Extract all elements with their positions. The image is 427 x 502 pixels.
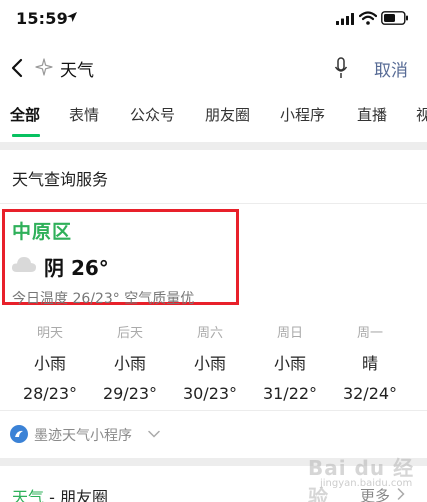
mini-program-icon: [10, 425, 28, 443]
today-summary: 今日温度 26/23° 空气质量优: [12, 291, 195, 307]
forecast-day-name: 后天: [116, 326, 143, 341]
divider-line: [0, 410, 427, 411]
divider-line: [0, 203, 427, 204]
forecast-condition: 小雨: [193, 354, 226, 373]
forecast-day-name: 周一: [356, 326, 383, 341]
forecast-temp: 30/23°: [182, 384, 238, 403]
forecast-day-name: 周日: [276, 326, 303, 341]
forecast-temp: 31/22°: [262, 384, 318, 403]
section-divider: [0, 142, 427, 150]
cloud-icon: [11, 257, 37, 272]
tab-moments[interactable]: 朋友圈: [205, 104, 250, 125]
tab-official-accounts[interactable]: 公众号: [130, 104, 175, 125]
active-tab-indicator: [12, 134, 40, 137]
forecast-day-name: 明天: [36, 326, 63, 341]
forecast-condition: 小雨: [33, 354, 66, 373]
status-bar: 15:59: [0, 0, 427, 38]
tab-live[interactable]: 直播: [357, 104, 387, 125]
chevron-down-icon[interactable]: [148, 430, 160, 438]
microphone-icon[interactable]: [334, 57, 348, 79]
forecast-condition: 晴: [361, 354, 378, 373]
forecast-day: 周一 晴 32/24°: [330, 322, 410, 403]
forecast-day: 明天 小雨 28/23°: [10, 322, 90, 403]
baidu-watermark: Bai du 经验: [308, 456, 415, 502]
forecast-day: 周日 小雨 31/22°: [250, 322, 330, 403]
category-tabs: 全部 表情 公众号 朋友圈 小程序 直播 视: [0, 98, 427, 138]
district-name[interactable]: 中原区: [12, 217, 72, 244]
tab-mini-programs[interactable]: 小程序: [280, 104, 325, 125]
baidu-watermark-url: jingyan.baidu.com: [320, 478, 413, 489]
forecast-day-name: 周六: [196, 326, 223, 341]
tab-video[interactable]: 视: [416, 104, 427, 125]
forecast-temp: 28/23°: [22, 384, 78, 403]
forecast-condition: 小雨: [113, 354, 146, 373]
cancel-button[interactable]: 取消: [374, 56, 408, 81]
moments-title-suffix: - 朋友圈: [44, 488, 108, 502]
current-condition: 阴 26°: [44, 256, 109, 280]
weather-service-title: 天气查询服务: [12, 170, 109, 189]
tab-all[interactable]: 全部: [10, 104, 40, 125]
sparkle-icon: [35, 58, 53, 76]
forecast-day: 周六 小雨 30/23°: [170, 322, 250, 403]
forecast-temp: 29/23°: [102, 384, 158, 403]
wifi-icon: [359, 11, 377, 25]
status-time: 15:59: [16, 9, 68, 28]
forecast-day: 后天 小雨 29/23°: [90, 322, 170, 403]
mini-program-link[interactable]: 墨迹天气小程序: [34, 425, 132, 445]
search-input[interactable]: 天气: [60, 56, 94, 81]
battery-icon: [381, 11, 408, 25]
forecast-condition: 小雨: [273, 354, 306, 373]
search-bar: 天气 取消: [0, 46, 427, 90]
tab-stickers[interactable]: 表情: [69, 104, 99, 125]
cellular-signal-icon: [336, 13, 354, 25]
moments-keyword: 天气: [12, 488, 45, 502]
back-chevron-icon[interactable]: [8, 56, 28, 80]
location-arrow-icon: [67, 12, 77, 22]
moments-section-title[interactable]: 天气 - 朋友圈: [12, 484, 108, 502]
forecast-temp: 32/24°: [342, 384, 398, 403]
